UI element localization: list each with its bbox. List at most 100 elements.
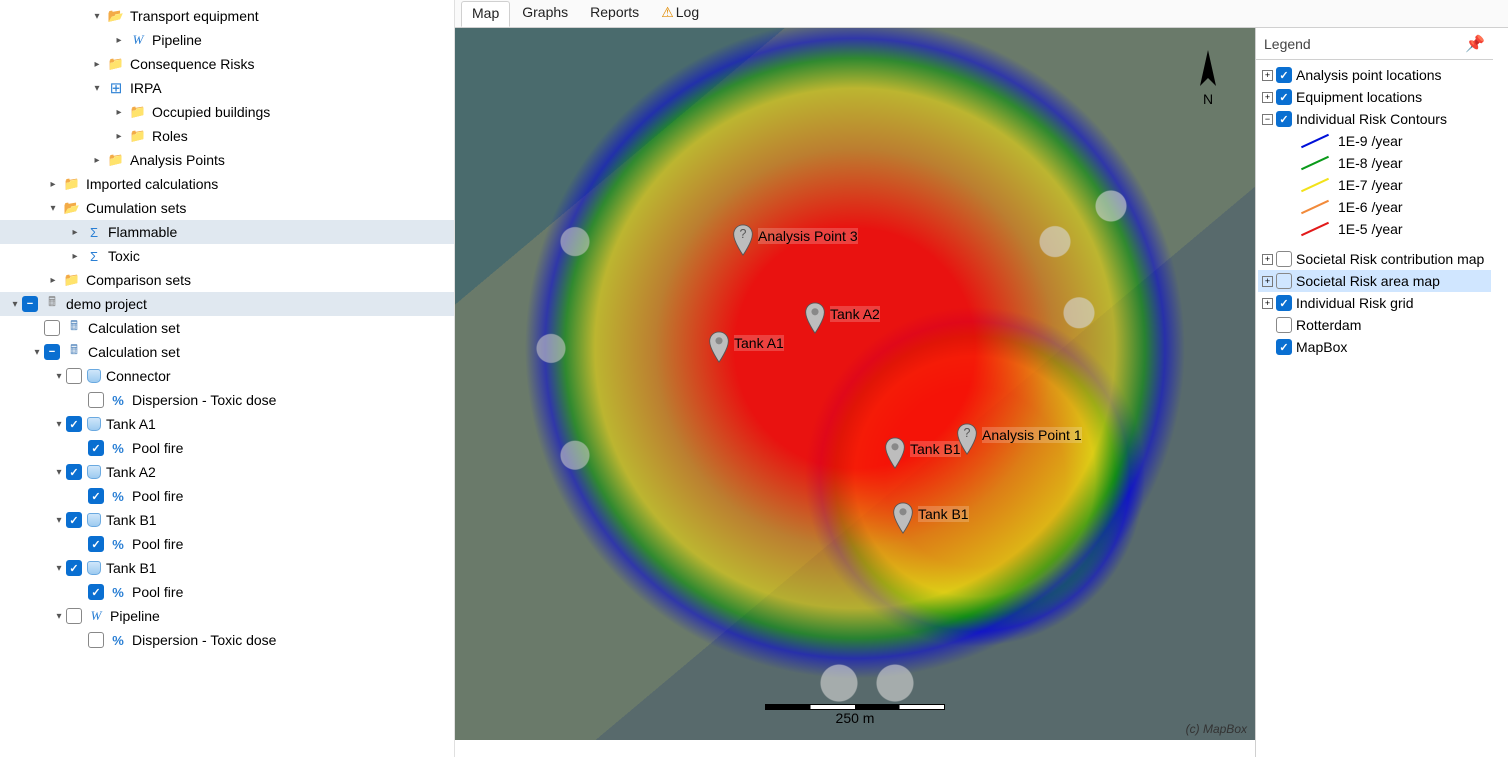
expander-icon[interactable]: [90, 11, 104, 22]
expander-icon[interactable]: [90, 83, 104, 94]
tree-item[interactable]: IRPA: [0, 76, 454, 100]
tab-map[interactable]: Map: [461, 1, 510, 27]
expander-icon[interactable]: [46, 203, 60, 214]
tab-graphs[interactable]: Graphs: [512, 1, 578, 27]
expander-icon[interactable]: [52, 467, 66, 478]
map-marker[interactable]: Tank A1: [708, 331, 730, 363]
tree-item[interactable]: Connector: [0, 364, 454, 388]
tree-item[interactable]: Calculation set: [0, 340, 454, 364]
legend-item[interactable]: Individual Risk Contours: [1258, 108, 1491, 130]
tree-item[interactable]: Occupied buildings: [0, 100, 454, 124]
tree-item[interactable]: demo project: [0, 292, 454, 316]
legend-item[interactable]: Individual Risk grid: [1258, 292, 1491, 314]
expander-icon[interactable]: [112, 131, 126, 142]
expand-box-icon[interactable]: [1262, 298, 1273, 309]
expander-icon[interactable]: [52, 515, 66, 526]
tree-item[interactable]: Consequence Risks: [0, 52, 454, 76]
checkbox[interactable]: [88, 440, 104, 456]
checkbox[interactable]: [66, 416, 82, 432]
tree-item[interactable]: Dispersion - Toxic dose: [0, 388, 454, 412]
tree-item[interactable]: Pipeline: [0, 28, 454, 52]
tree-item[interactable]: Tank B1: [0, 508, 454, 532]
tab-reports[interactable]: Reports: [580, 1, 649, 27]
tree-item[interactable]: Pool fire: [0, 436, 454, 460]
legend-item[interactable]: MapBox: [1258, 336, 1491, 358]
tree-item[interactable]: Dispersion - Toxic dose: [0, 628, 454, 652]
checkbox[interactable]: [22, 296, 38, 312]
checkbox[interactable]: [66, 464, 82, 480]
tree-item[interactable]: Pool fire: [0, 580, 454, 604]
checkbox[interactable]: [88, 536, 104, 552]
checkbox[interactable]: [44, 344, 60, 360]
map-marker[interactable]: ?Analysis Point 1: [956, 423, 978, 455]
legend-item[interactable]: Rotterdam: [1258, 314, 1491, 336]
pin-icon[interactable]: 📌: [1465, 34, 1485, 54]
expander-icon[interactable]: [90, 155, 104, 166]
expander-icon[interactable]: [68, 227, 82, 238]
map-viewport[interactable]: N 250 m (c) MapBox ?Analysis Point 3Tank…: [455, 28, 1255, 740]
checkbox[interactable]: [1276, 273, 1292, 289]
checkbox[interactable]: [1276, 295, 1292, 311]
tree-item[interactable]: Comparison sets: [0, 268, 454, 292]
legend-item[interactable]: Analysis point locations: [1258, 64, 1491, 86]
legend-item[interactable]: Societal Risk area map: [1258, 270, 1491, 292]
expand-box-icon[interactable]: [1262, 114, 1273, 125]
tree-item[interactable]: Cumulation sets: [0, 196, 454, 220]
expander-icon[interactable]: [68, 251, 82, 262]
checkbox[interactable]: [88, 584, 104, 600]
checkbox[interactable]: [88, 392, 104, 408]
checkbox[interactable]: [88, 488, 104, 504]
map-marker[interactable]: ?Analysis Point 3: [732, 224, 754, 256]
checkbox[interactable]: [1276, 339, 1292, 355]
tree-item[interactable]: Calculation set: [0, 316, 454, 340]
expander-icon[interactable]: [112, 107, 126, 118]
checkbox[interactable]: [1276, 251, 1292, 267]
expander-icon[interactable]: [52, 419, 66, 430]
checkbox[interactable]: [44, 320, 60, 336]
expand-box-icon[interactable]: [1262, 342, 1273, 353]
tree-item-label: demo project: [64, 296, 147, 312]
checkbox[interactable]: [66, 608, 82, 624]
checkbox[interactable]: [1276, 317, 1292, 333]
expander-icon[interactable]: [8, 299, 22, 310]
map-marker[interactable]: Tank B1: [884, 437, 906, 469]
expander-icon[interactable]: [90, 59, 104, 70]
tree-item[interactable]: Analysis Points: [0, 148, 454, 172]
tree-item[interactable]: Tank A2: [0, 460, 454, 484]
expander-icon[interactable]: [46, 179, 60, 190]
expand-box-icon[interactable]: [1262, 254, 1273, 265]
expand-box-icon[interactable]: [1262, 70, 1273, 81]
expand-box-icon[interactable]: [1262, 276, 1273, 287]
checkbox[interactable]: [66, 560, 82, 576]
expander-icon[interactable]: [52, 611, 66, 622]
expander-icon[interactable]: [112, 35, 126, 46]
checkbox[interactable]: [1276, 89, 1292, 105]
tree-item[interactable]: Flammable: [0, 220, 454, 244]
tree-item[interactable]: Roles: [0, 124, 454, 148]
tree-item[interactable]: Pool fire: [0, 484, 454, 508]
checkbox[interactable]: [66, 368, 82, 384]
expander-icon[interactable]: [52, 371, 66, 382]
map-marker[interactable]: Tank B1: [892, 502, 914, 534]
checkbox[interactable]: [1276, 111, 1292, 127]
expander-icon[interactable]: [52, 563, 66, 574]
checkbox[interactable]: [66, 512, 82, 528]
checkbox[interactable]: [88, 632, 104, 648]
expander-icon[interactable]: [46, 275, 60, 286]
tree-item[interactable]: Tank B1: [0, 556, 454, 580]
tree-item[interactable]: Tank A1: [0, 412, 454, 436]
tree-item[interactable]: Imported calculations: [0, 172, 454, 196]
tree-item[interactable]: Pipeline: [0, 604, 454, 628]
tab-log[interactable]: ⚠Log: [651, 1, 709, 27]
checkbox[interactable]: [1276, 67, 1292, 83]
tree-item[interactable]: Transport equipment: [0, 4, 454, 28]
tree-item[interactable]: Toxic: [0, 244, 454, 268]
expand-box-icon[interactable]: [1262, 92, 1273, 103]
legend-item[interactable]: Equipment locations: [1258, 86, 1491, 108]
project-tree[interactable]: Transport equipmentPipelineConsequence R…: [0, 0, 455, 757]
tree-item[interactable]: Pool fire: [0, 532, 454, 556]
expander-icon[interactable]: [30, 347, 44, 358]
legend-item[interactable]: Societal Risk contribution map: [1258, 248, 1491, 270]
expand-box-icon[interactable]: [1262, 320, 1273, 331]
map-marker[interactable]: Tank A2: [804, 302, 826, 334]
